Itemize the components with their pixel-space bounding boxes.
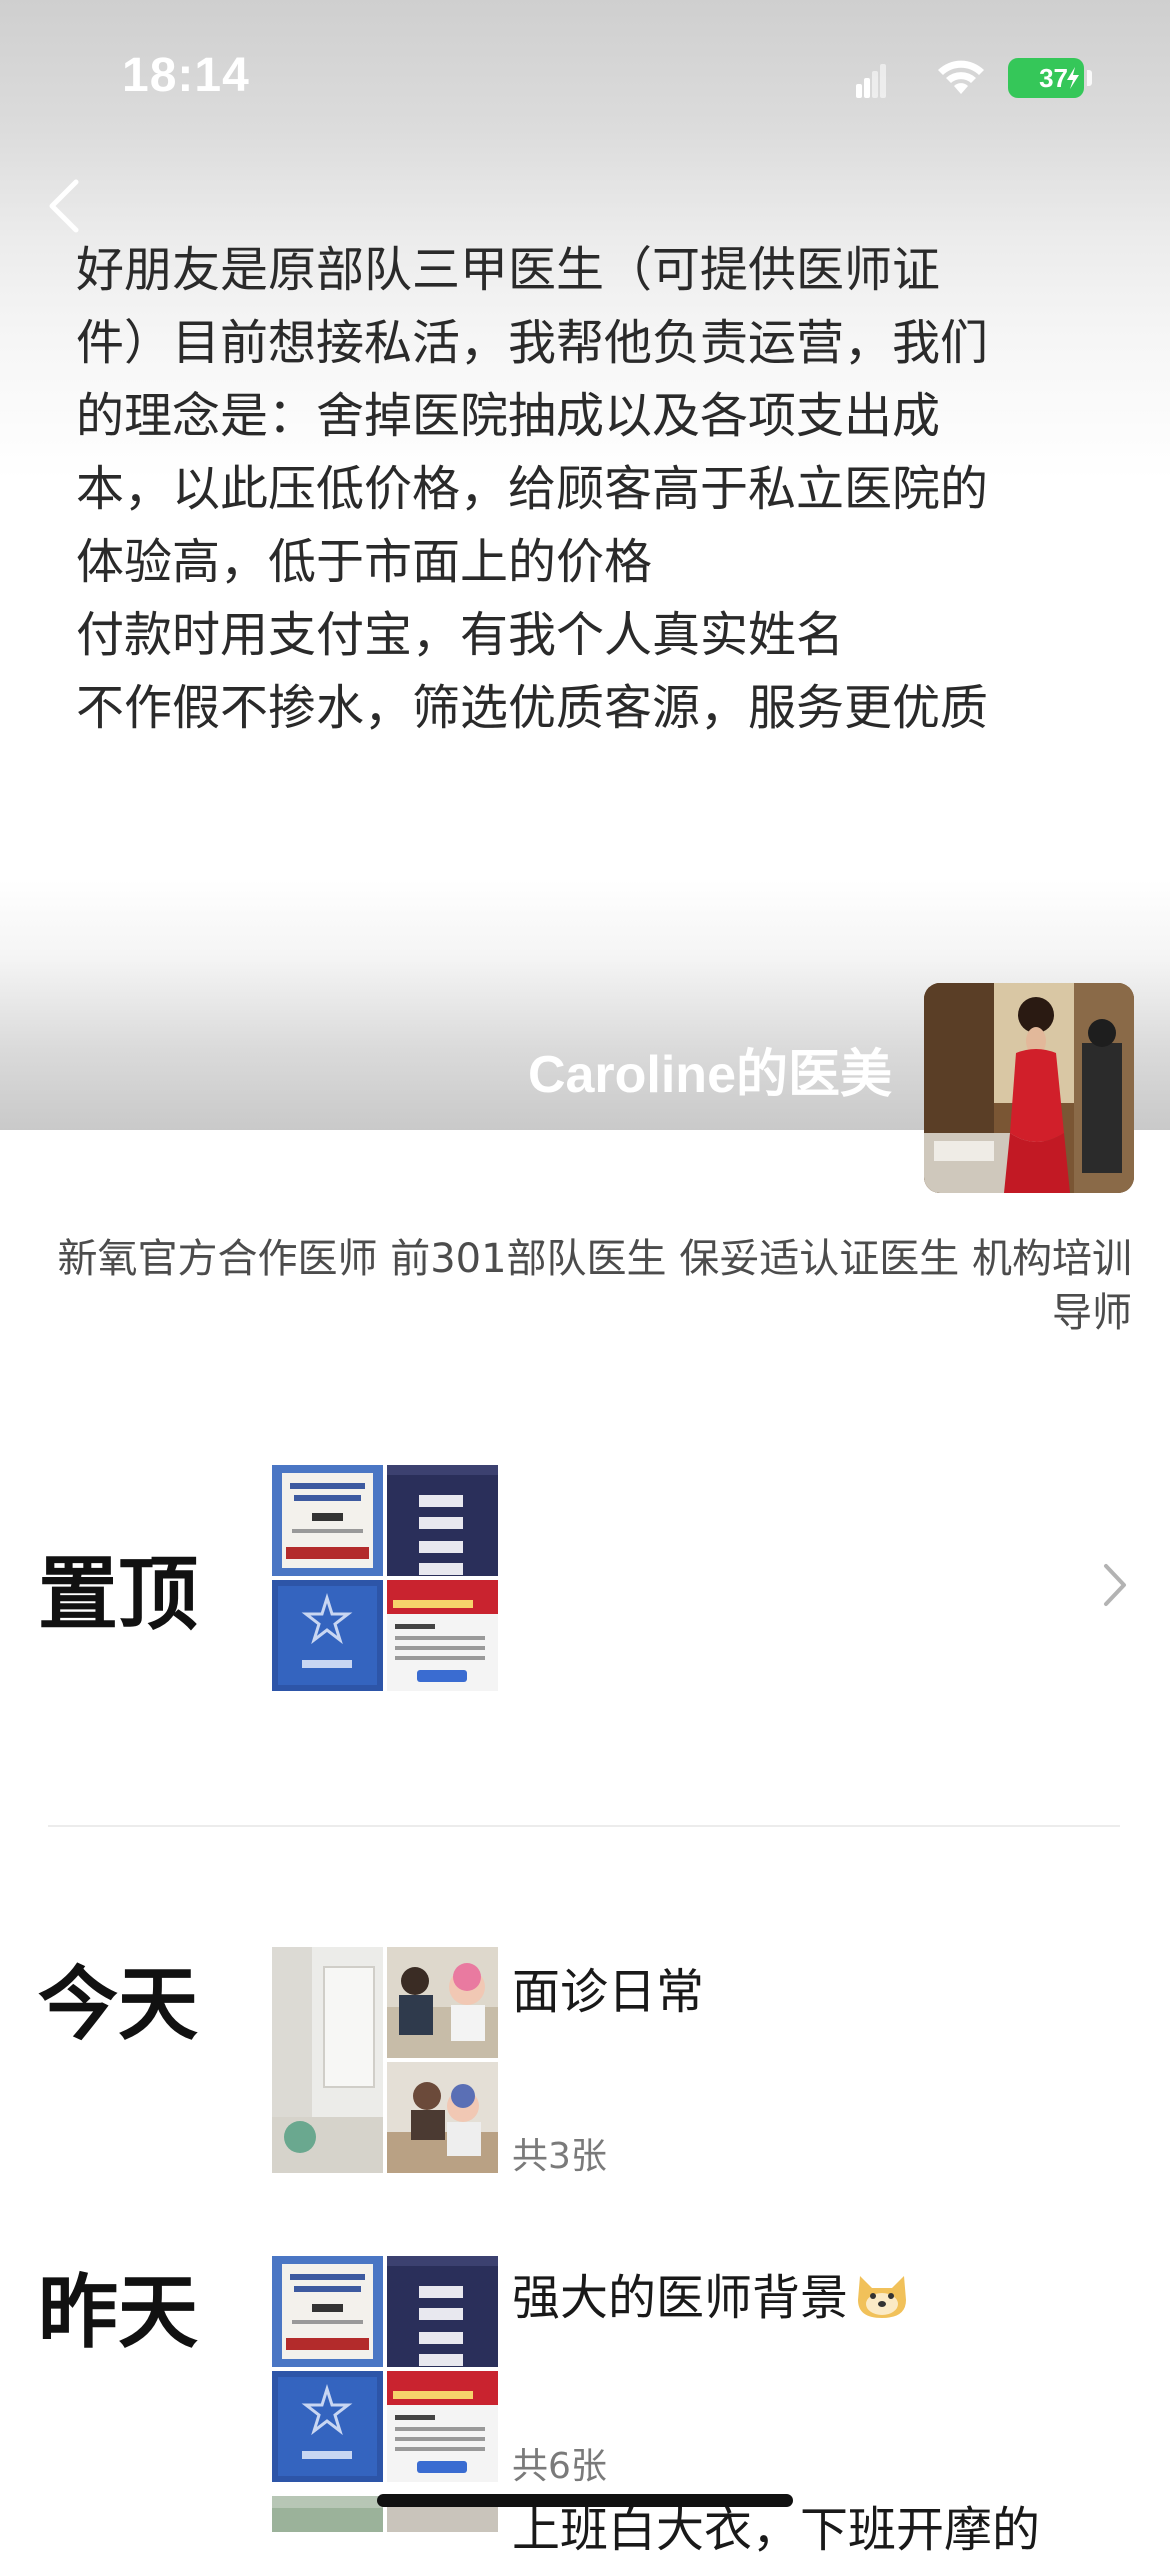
profile-username: Caroline的医美 bbox=[527, 1046, 892, 1104]
back-arrow-icon[interactable] bbox=[44, 178, 84, 234]
today-photo-grid[interactable] bbox=[272, 1947, 498, 2173]
blue-certificate-book-thumbnail[interactable] bbox=[272, 2371, 383, 2482]
profile-signature: 新氧官方合作医师 前301部队医生 保妥适认证医生 机构培训导师 bbox=[57, 1236, 1133, 1336]
post-title[interactable]: 强大的医师背景 bbox=[512, 2258, 912, 2328]
blue-certificate-book-thumbnail[interactable] bbox=[272, 1580, 383, 1691]
forum-invitation-thumbnail[interactable] bbox=[387, 2371, 498, 2482]
cellular-signal-icon bbox=[856, 64, 886, 98]
cover-post-line: 付款时用支付宝，有我个人真实姓名 bbox=[76, 607, 845, 663]
date-label-yesterday: 昨天 bbox=[38, 2266, 198, 2359]
doge-emoji-icon bbox=[858, 2276, 907, 2318]
divider bbox=[48, 1825, 1120, 1827]
wifi-icon bbox=[938, 60, 984, 94]
post-title[interactable]: 面诊日常 bbox=[512, 1952, 704, 2022]
delegate-badge-thumbnail[interactable] bbox=[387, 1465, 498, 1576]
status-time: 18:14 bbox=[122, 49, 250, 102]
consultation-photo-thumbnail[interactable] bbox=[387, 1947, 498, 2058]
certificate-thumbnail[interactable] bbox=[272, 1465, 383, 1576]
cover-post-line: 件）目前想接私活，我帮他负责运营，我们 bbox=[76, 315, 989, 371]
battery-icon: 37 bbox=[1008, 58, 1084, 98]
clinic-room-thumbnail[interactable] bbox=[272, 1947, 383, 2173]
photo-count: 共6张 bbox=[512, 2446, 607, 2487]
battery-level: 37 bbox=[1039, 63, 1068, 93]
photo-count: 共3张 bbox=[512, 2136, 607, 2177]
cover-image[interactable]: 18:14 37 好朋友是原部队三甲医生（可提供医师证 件）目前想接私活，我帮他… bbox=[0, 0, 1170, 1130]
avatar[interactable] bbox=[924, 983, 1134, 1193]
cover-post-text: 好朋友是原部队三甲医生（可提供医师证 件）目前想接私活，我帮他负责运营，我们 的… bbox=[76, 234, 1086, 745]
date-label-today: 今天 bbox=[38, 1958, 198, 2051]
home-indicator[interactable] bbox=[377, 2494, 793, 2507]
battery-cap bbox=[1087, 70, 1092, 86]
chevron-right-icon[interactable] bbox=[1102, 1562, 1128, 1608]
cover-post-line: 好朋友是原部队三甲医生（可提供医师证 bbox=[76, 242, 941, 298]
cover-post-line: 体验高，低于市面上的价格 bbox=[76, 534, 653, 590]
yesterday-photo-grid[interactable] bbox=[272, 2256, 498, 2482]
consultation-photo-thumbnail[interactable] bbox=[387, 2062, 498, 2173]
forum-invitation-thumbnail[interactable] bbox=[387, 1580, 498, 1691]
delegate-badge-thumbnail[interactable] bbox=[387, 2256, 498, 2367]
cover-post-line: 本，以此压低价格，给顾客高于私立医院的 bbox=[76, 461, 989, 517]
pinned-label: 置顶 bbox=[38, 1548, 198, 1641]
post-title-text: 强大的医师背景 bbox=[512, 2270, 849, 2326]
cover-post-line: 不作假不掺水，筛选优质客源，服务更优质 bbox=[76, 680, 989, 736]
cover-post-line: 的理念是：舍掉医院抽成以及各项支出成 bbox=[76, 388, 941, 444]
clinic-photo-thumbnail[interactable] bbox=[272, 2496, 383, 2532]
pinned-photo-grid[interactable] bbox=[272, 1465, 498, 1691]
certificate-thumbnail[interactable] bbox=[272, 2256, 383, 2367]
